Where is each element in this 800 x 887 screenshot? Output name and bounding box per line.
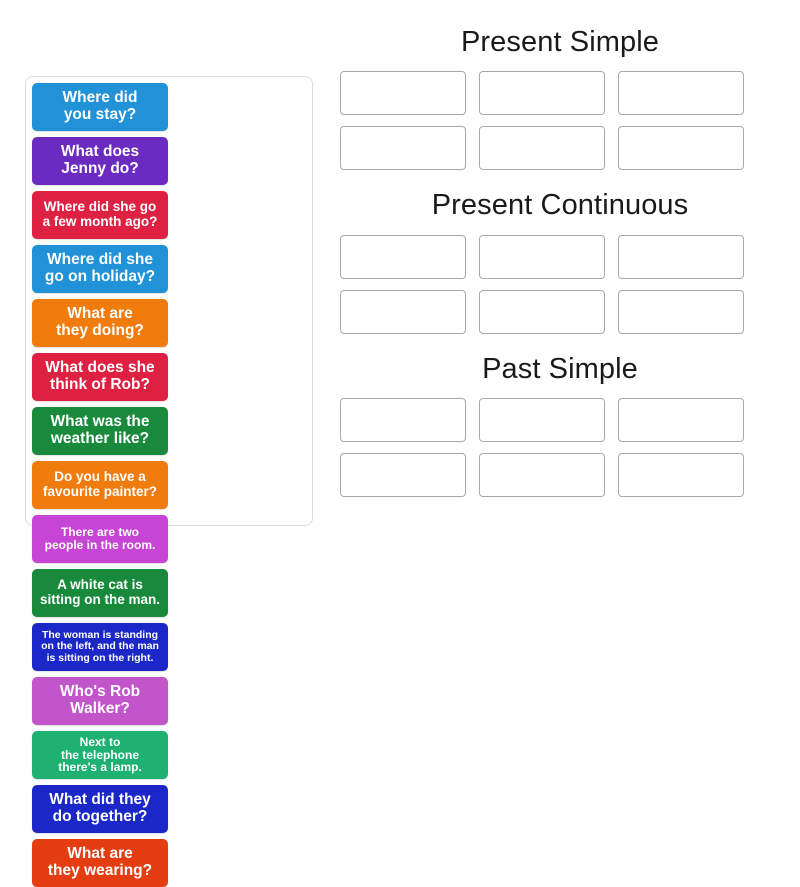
- sort-card[interactable]: Next to the telephone there's a lamp.: [32, 731, 168, 779]
- dropzone-slot[interactable]: [618, 452, 744, 497]
- sort-card-label: Do you have a favourite painter?: [42, 469, 158, 499]
- dropzone-grid: [340, 234, 780, 334]
- category-group: Present Continuous: [340, 187, 780, 334]
- sort-card-label: What does she think of Rob?: [45, 359, 155, 393]
- sort-card[interactable]: What was the weather like?: [32, 407, 168, 455]
- dropzone-slot[interactable]: [479, 452, 605, 497]
- dropzone-slot[interactable]: [618, 289, 744, 334]
- dropzone-grid: [340, 71, 780, 171]
- dropzone-slot[interactable]: [479, 397, 605, 442]
- sort-card[interactable]: What are they doing?: [32, 299, 168, 347]
- sort-card-label: Where did she go on holiday?: [44, 251, 156, 285]
- sort-card-label: What are they wearing?: [47, 845, 153, 879]
- sort-card-label: Where did you stay?: [62, 89, 138, 123]
- dropzone-slot[interactable]: [479, 126, 605, 171]
- category-group: Present Simple: [340, 24, 780, 171]
- dropzone-slot[interactable]: [479, 71, 605, 116]
- sort-card-label: What did they do together?: [49, 791, 151, 825]
- category-title: Present Continuous: [431, 189, 689, 222]
- sort-card-label: There are two people in the room.: [44, 525, 156, 552]
- sort-card-label: A white cat is sitting on the man.: [40, 577, 160, 607]
- dropzone-slot[interactable]: [618, 71, 744, 116]
- dropzone-grid: [340, 397, 780, 497]
- category-group: Past Simple: [340, 351, 780, 497]
- sort-card-label: Next to the telephone there's a lamp.: [58, 734, 142, 775]
- dropzone-slot[interactable]: [340, 452, 466, 497]
- sort-card-label: What does Jenny do?: [60, 143, 140, 177]
- category-groups: Present Simple Present Continuous Past Sim…: [340, 24, 780, 506]
- dropzone-slot[interactable]: [340, 289, 466, 334]
- sort-card[interactable]: A white cat is sitting on the man.: [32, 569, 168, 617]
- dropzone-slot[interactable]: [479, 234, 605, 279]
- sort-card[interactable]: Where did she go on holiday?: [32, 245, 168, 293]
- sort-card[interactable]: What does Jenny do?: [32, 137, 168, 185]
- dropzone-slot[interactable]: [340, 126, 466, 171]
- sort-card[interactable]: Where did you stay?: [32, 83, 168, 131]
- sort-card-label: Where did she go a few month ago?: [42, 199, 158, 229]
- dropzone-slot[interactable]: [618, 234, 744, 279]
- dropzone-slot[interactable]: [618, 397, 744, 442]
- dropzone-slot[interactable]: [618, 126, 744, 171]
- sort-card-label: The woman is standing on the left, and t…: [41, 629, 159, 664]
- sort-card[interactable]: What did they do together?: [32, 785, 168, 833]
- sort-card[interactable]: Who's Rob Walker?: [32, 677, 168, 725]
- card-tray: Where did you stay? What does Jenny do? Wh…: [25, 76, 313, 887]
- sort-card[interactable]: Where did she go a few month ago?: [32, 191, 168, 239]
- sort-card[interactable]: What does she think of Rob?: [32, 353, 168, 401]
- sort-card-label: Who's Rob Walker?: [59, 683, 141, 717]
- sort-card[interactable]: What are they wearing?: [32, 839, 168, 887]
- group-sort-activity: Where did you stay? What does Jenny do? Wh…: [0, 0, 800, 887]
- card-grid: Where did you stay? What does Jenny do? Wh…: [32, 83, 306, 887]
- dropzone-slot[interactable]: [340, 71, 466, 116]
- sort-card-label: What was the weather like?: [50, 413, 150, 447]
- dropzone-slot[interactable]: [479, 289, 605, 334]
- dropzone-slot[interactable]: [340, 234, 466, 279]
- sort-card[interactable]: Do you have a favourite painter?: [32, 461, 168, 509]
- sort-card-label: What are they doing?: [56, 305, 144, 339]
- dropzone-slot[interactable]: [340, 397, 466, 442]
- category-title: Present Simple: [460, 26, 660, 58]
- sort-card[interactable]: There are two people in the room.: [32, 515, 168, 563]
- sort-card[interactable]: The woman is standing on the left, and t…: [32, 623, 168, 671]
- category-title: Past Simple: [482, 352, 638, 385]
